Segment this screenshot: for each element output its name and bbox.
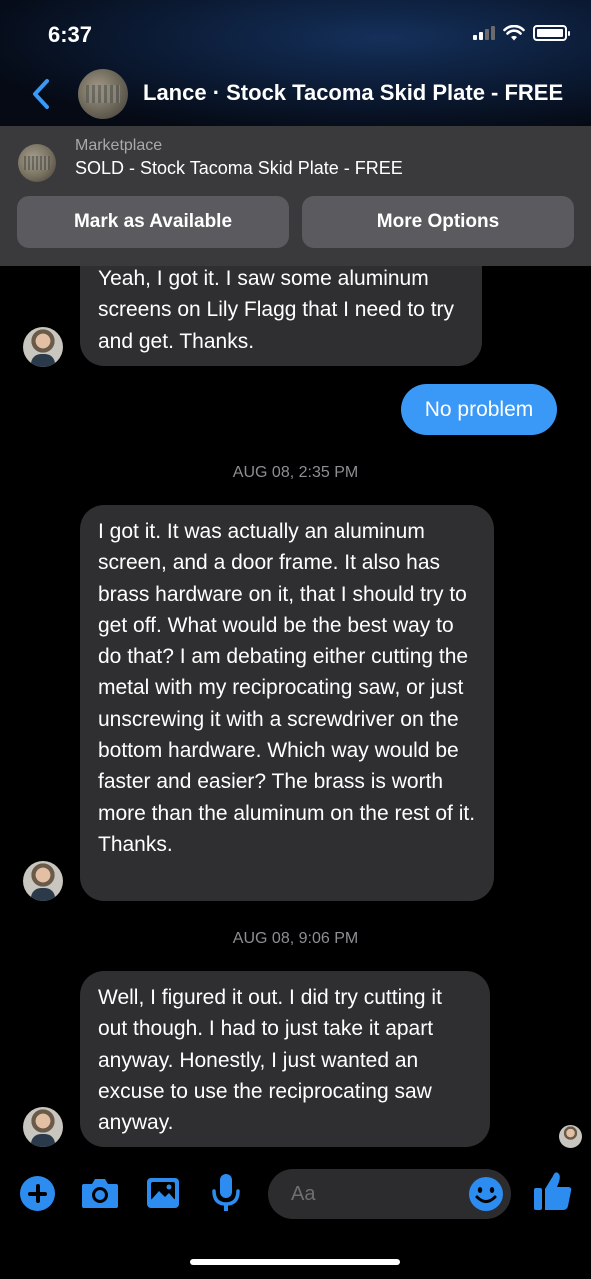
back-chevron-icon[interactable] [28, 76, 56, 112]
marketplace-label: Marketplace [75, 137, 163, 154]
battery-icon [533, 25, 570, 41]
listing-title[interactable]: SOLD - Stock Tacoma Skid Plate - FREE [75, 158, 403, 179]
timestamp: AUG 08, 2:35 PM [232, 464, 359, 481]
message-bubble-received[interactable]: I got it. It was actually an aluminum sc… [80, 505, 494, 901]
more-options-button[interactable]: More Options [302, 196, 574, 248]
mark-as-available-button[interactable]: Mark as Available [17, 196, 289, 248]
marketplace-banner: Marketplace SOLD - Stock Tacoma Skid Pla… [0, 126, 591, 266]
home-indicator [190, 1259, 400, 1265]
wifi-icon [503, 25, 525, 41]
seen-indicator-avatar [559, 1125, 582, 1148]
status-time: 6:37 [48, 22, 93, 47]
message-bubble-received[interactable]: Well, I figured it out. I did try cuttin… [80, 971, 490, 1147]
timestamp: AUG 08, 9:06 PM [232, 930, 359, 947]
emoji-icon[interactable] [467, 1175, 505, 1213]
avatar[interactable] [23, 327, 63, 367]
header: 6:37 Lance · Stock Tacoma Skid Plate - F… [0, 0, 591, 126]
listing-thumbnail[interactable] [18, 144, 56, 182]
thread-title[interactable]: Lance · Stock Tacoma Skid Plate - FREE [143, 80, 563, 106]
avatar[interactable] [23, 861, 63, 901]
message-bubble-sent[interactable]: No problem [401, 384, 557, 435]
cellular-signal-icon [473, 26, 495, 40]
thumbs-up-icon[interactable] [533, 1170, 573, 1212]
camera-icon[interactable] [80, 1175, 120, 1211]
microphone-icon[interactable] [211, 1173, 241, 1213]
avatar[interactable] [23, 1107, 63, 1147]
add-icon[interactable] [20, 1176, 55, 1211]
composer-bar [0, 1160, 591, 1230]
image-icon[interactable] [145, 1175, 181, 1211]
status-icons [473, 25, 570, 41]
thread-avatar[interactable] [78, 69, 128, 119]
